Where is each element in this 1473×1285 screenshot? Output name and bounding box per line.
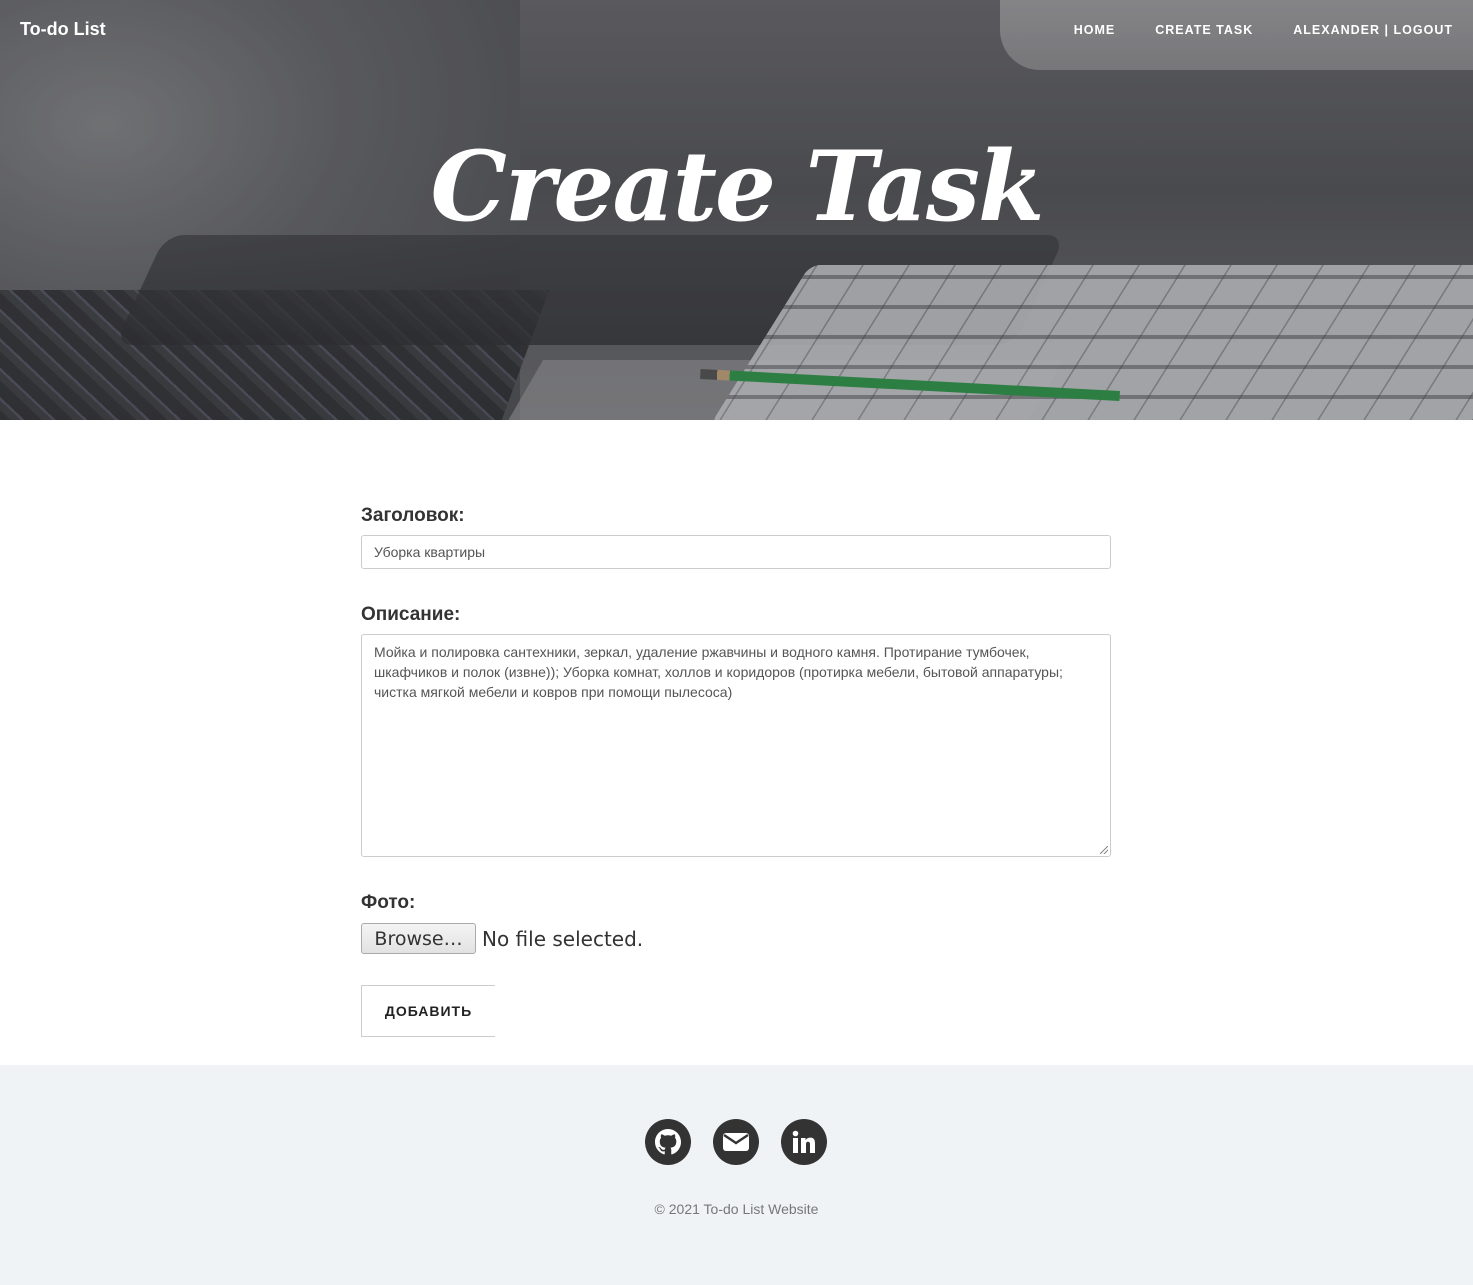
hero-banner: To-do List HOME CREATE TASK ALEXANDER | …: [0, 0, 1473, 420]
brand-link[interactable]: To-do List: [20, 19, 106, 40]
description-text: Мойка и полировка сантехники, зеркал, уд…: [374, 644, 1063, 700]
nav-user-group: ALEXANDER | LOGOUT: [1293, 23, 1453, 37]
description-textarea[interactable]: Мойка и полировка сантехники, зеркал, уд…: [361, 634, 1111, 857]
copyright-text: © 2021 To-do List Website: [654, 1201, 819, 1217]
nav-user-link[interactable]: ALEXANDER: [1293, 23, 1380, 37]
linkedin-link[interactable]: [781, 1119, 827, 1165]
add-task-button[interactable]: ДОБАВИТЬ: [361, 985, 495, 1037]
envelope-icon: [723, 1133, 749, 1151]
nav-links: HOME CREATE TASK ALEXANDER | LOGOUT: [1074, 23, 1453, 37]
photo-file-input: Browse… No file selected.: [361, 923, 643, 954]
github-icon: [655, 1129, 681, 1155]
github-link[interactable]: [645, 1119, 691, 1165]
nav-create-task-link[interactable]: CREATE TASK: [1155, 23, 1253, 37]
description-label: Описание:: [361, 604, 461, 625]
page-title: Create Task: [430, 130, 1044, 243]
nav-logout-link[interactable]: LOGOUT: [1394, 23, 1453, 37]
social-links: [645, 1119, 827, 1165]
browse-button[interactable]: Browse…: [361, 923, 476, 954]
title-label: Заголовок:: [361, 505, 465, 526]
footer: © 2021 To-do List Website: [0, 1065, 1473, 1285]
resize-handle-icon[interactable]: [1100, 846, 1108, 854]
email-link[interactable]: [713, 1119, 759, 1165]
file-status-text: No file selected.: [482, 926, 644, 951]
nav-separator: |: [1384, 23, 1390, 37]
navbar: To-do List HOME CREATE TASK ALEXANDER | …: [0, 0, 1473, 60]
linkedin-icon: [792, 1130, 815, 1153]
nav-home-link[interactable]: HOME: [1074, 23, 1116, 37]
photo-label: Фото:: [361, 892, 416, 913]
title-input[interactable]: Уборка квартиры: [361, 535, 1111, 569]
